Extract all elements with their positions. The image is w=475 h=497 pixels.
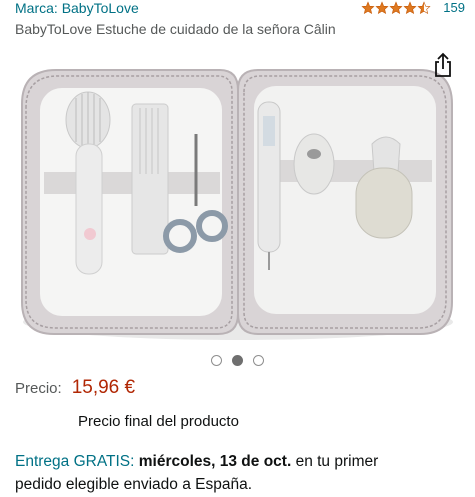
product-image[interactable] [14, 64, 461, 349]
share-icon[interactable] [431, 52, 455, 78]
rating-count[interactable]: 159 [443, 0, 465, 15]
star-icon [389, 0, 403, 14]
brand-prefix: Marca: [15, 0, 62, 16]
brand-rating-row: Marca: BabyToLove 159 [15, 0, 465, 18]
brand-link[interactable]: Marca: BabyToLove [15, 0, 139, 16]
delivery-date: miércoles, 13 de oct. [138, 453, 292, 470]
delivery-label: Entrega GRATIS: [15, 453, 135, 470]
price-label: Precio: [15, 380, 62, 397]
stars [361, 0, 431, 15]
pagination-dot-active[interactable] [232, 355, 243, 366]
price-note: Precio final del producto [78, 413, 239, 430]
product-title: BabyToLove Estuche de cuidado de la seño… [15, 21, 336, 37]
delivery-message: Entrega GRATIS: miércoles, 13 de oct. en… [15, 450, 465, 496]
price-value: 15,96 € [71, 377, 136, 398]
star-icon [361, 0, 375, 14]
brand-name: BabyToLove [61, 0, 139, 16]
star-half-icon [417, 0, 431, 14]
star-icon [403, 0, 417, 14]
pagination-dot[interactable] [253, 355, 264, 366]
pagination-dot[interactable] [211, 355, 222, 366]
delivery-rest-line2: pedido elegible enviado a España. [15, 476, 252, 493]
image-pagination[interactable] [0, 355, 475, 366]
delivery-rest-line1: en tu primer [295, 453, 379, 470]
price-row: Precio: 15,96 € [15, 377, 135, 399]
star-icon [375, 0, 389, 14]
star-rating[interactable]: 159 [361, 0, 465, 15]
